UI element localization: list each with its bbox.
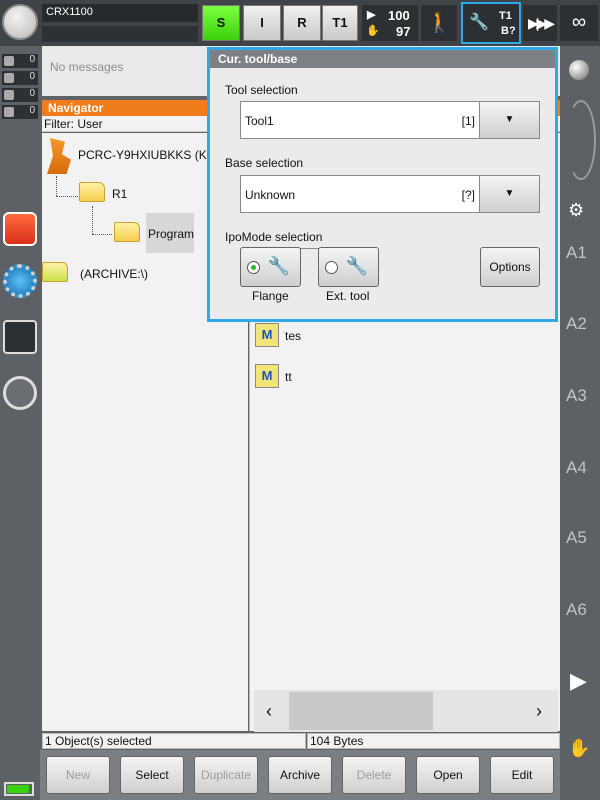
submit-interpreter-status[interactable]: S — [202, 5, 240, 41]
robot-name: CRX1100 — [42, 4, 198, 22]
list-item[interactable]: tes — [285, 329, 301, 343]
operating-mode-button[interactable]: T1 — [322, 5, 358, 41]
tool-select[interactable]: Tool1 [1] ▼ — [240, 101, 540, 139]
select-button[interactable]: Select — [120, 756, 184, 794]
infinite-run-button[interactable]: ∞ — [560, 5, 598, 41]
duplicate-button[interactable]: Duplicate — [194, 756, 258, 794]
message-counter-wait[interactable]: 0 — [2, 105, 38, 119]
base-badge: B? — [501, 25, 516, 37]
ipo-connector — [300, 248, 320, 249]
base-select-value: Unknown — [245, 188, 296, 202]
chevron-down-icon[interactable]: ▼ — [479, 102, 539, 138]
override-button[interactable]: ▶ 100 ✋ 97 — [362, 5, 418, 41]
jog-override-value: 97 — [396, 24, 411, 39]
tree-item-archive[interactable]: (ARCHIVE:\) — [80, 267, 148, 281]
flange-label: Flange — [252, 289, 289, 303]
base-select-index: [?] — [461, 188, 475, 202]
tool-select-index: [1] — [461, 114, 475, 128]
folder-icon — [114, 222, 140, 242]
flange-tool-icon: 🔧 — [267, 256, 290, 276]
radio-selected-icon — [247, 261, 260, 274]
tool-base-button[interactable]: 🔧 T1 B? — [461, 2, 521, 44]
list-item[interactable]: tt — [285, 370, 292, 384]
wait-icon — [4, 107, 14, 117]
axis-label-a4[interactable]: A4 — [566, 458, 587, 478]
info-icon — [4, 90, 14, 100]
chevron-right-icon[interactable]: › — [526, 696, 552, 726]
tool-badge: T1 — [499, 10, 512, 22]
left-side-bar — [0, 46, 40, 800]
tree-connector — [92, 234, 112, 235]
axis-label-a5[interactable]: A5 — [566, 528, 587, 548]
robot-sub-status — [42, 26, 198, 42]
radio-unselected-icon — [325, 261, 338, 274]
flange-radio-button[interactable]: 🔧 — [240, 247, 301, 287]
tool-selection-label: Tool selection — [225, 83, 298, 97]
options-button[interactable]: Options — [480, 247, 540, 287]
module-icon: M — [255, 364, 279, 388]
program-override-value: 100 — [388, 8, 410, 23]
edit-button[interactable]: Edit — [490, 756, 554, 794]
ack-icon — [4, 56, 14, 66]
tree-item-robot[interactable]: PCRC-Y9HXIUBKKS (KRC — [78, 148, 224, 162]
archive-button[interactable]: Archive — [268, 756, 332, 794]
base-selection-label: Base selection — [225, 156, 304, 170]
jog-hand-icon: ✋ — [366, 25, 380, 37]
jog-wheel-icon[interactable] — [566, 100, 596, 180]
axis-label-a1[interactable]: A1 — [566, 243, 587, 263]
robot-logo-icon[interactable] — [2, 4, 38, 40]
message-counter-stop[interactable]: 0 — [2, 71, 38, 85]
tree-connector — [92, 206, 93, 234]
message-counter-ack[interactable]: 0 — [2, 54, 38, 68]
gear-music-icon[interactable] — [3, 264, 37, 298]
tree-connector — [56, 176, 57, 196]
axis-label-a3[interactable]: A3 — [566, 386, 587, 406]
battery-icon — [4, 782, 34, 796]
tree-connector — [56, 196, 78, 197]
popup-title: Cur. tool/base — [210, 50, 555, 68]
tree-item-program[interactable]: Program — [148, 227, 194, 241]
play-start-icon[interactable]: ▶ — [570, 668, 587, 694]
stop-icon — [4, 73, 14, 83]
folder-icon — [79, 182, 105, 202]
drives-status[interactable]: I — [243, 5, 281, 41]
globe-icon[interactable] — [569, 60, 589, 80]
play-icon: ▶ — [367, 9, 376, 21]
robot-interpreter-status[interactable]: R — [283, 5, 321, 41]
jog-hand-icon[interactable]: ✋ — [568, 738, 590, 759]
message-counter-info[interactable]: 0 — [2, 88, 38, 102]
walk-person-icon[interactable]: 🚶 — [421, 5, 457, 41]
delete-button[interactable]: Delete — [342, 756, 406, 794]
ipo-mode-label: IpoMode selection — [225, 230, 323, 244]
selection-status: 1 Object(s) selected — [42, 733, 306, 749]
archive-folder-icon — [42, 262, 68, 282]
fast-forward-icon[interactable]: ▶|▶▶ — [523, 5, 557, 41]
axis-label-a2[interactable]: A2 — [566, 314, 587, 334]
module-icon: M — [255, 323, 279, 347]
ext-tool-icon: 🔧 — [345, 256, 368, 276]
tool-select-value: Tool1 — [245, 114, 274, 128]
axis-label-a6[interactable]: A6 — [566, 600, 587, 620]
chevron-left-icon[interactable]: ‹ — [256, 696, 282, 726]
camera-icon[interactable] — [3, 212, 37, 246]
clock-icon[interactable] — [3, 320, 37, 354]
scrollbar-thumb[interactable] — [289, 692, 433, 730]
new-button[interactable]: New — [46, 756, 110, 794]
chevron-down-icon[interactable]: ▼ — [479, 176, 539, 212]
tree-item-r1[interactable]: R1 — [112, 187, 127, 201]
size-status: 104 Bytes — [307, 733, 560, 749]
ext-tool-label: Ext. tool — [326, 289, 370, 303]
tool-icon: 🔧 — [469, 14, 489, 31]
user-group-icon[interactable] — [3, 376, 37, 410]
base-select[interactable]: Unknown [?] ▼ — [240, 175, 540, 213]
open-button[interactable]: Open — [416, 756, 480, 794]
ext-tool-radio-button[interactable]: 🔧 — [318, 247, 379, 287]
robot-axis-icon[interactable]: ⚙ — [568, 200, 584, 221]
